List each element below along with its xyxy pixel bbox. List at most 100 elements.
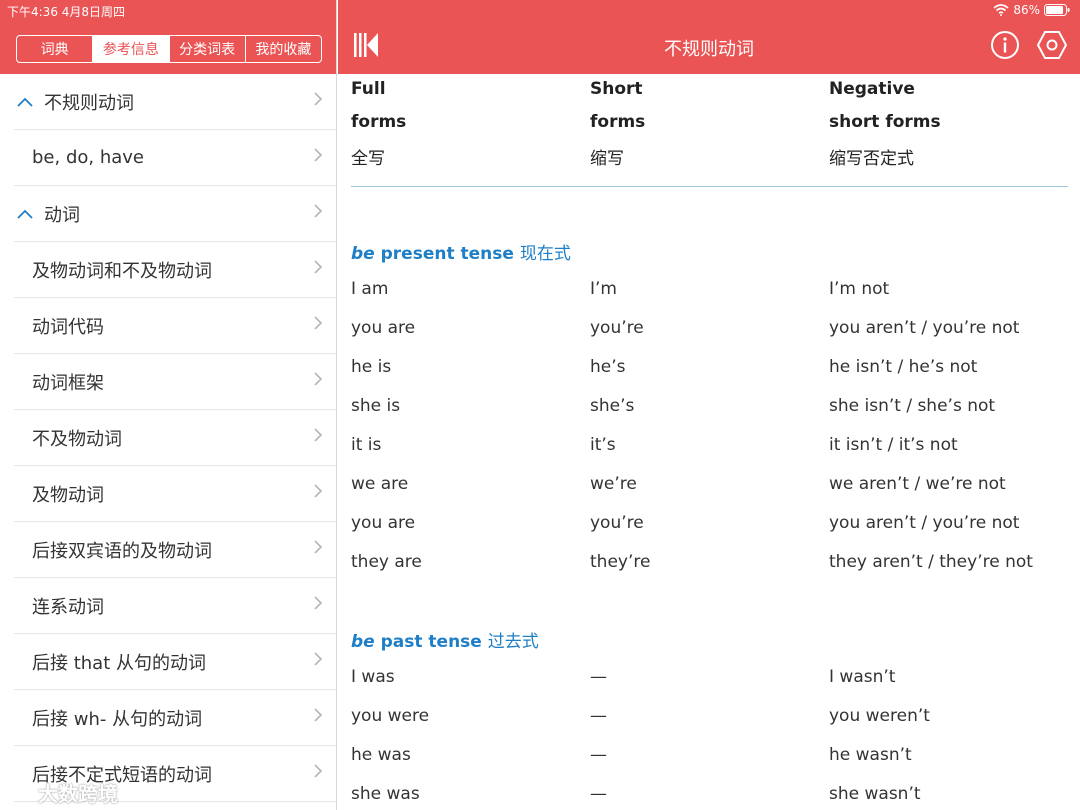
short-form: — xyxy=(590,706,607,726)
col1-header-line2: forms xyxy=(351,112,407,132)
chevron-up-icon xyxy=(16,208,38,220)
nav-item-that-clause-verbs[interactable]: 后接 that 从句的动词 xyxy=(14,634,336,690)
section-title-rest: present tense xyxy=(374,244,520,264)
nav-item-label: 及物动词和不及物动词 xyxy=(32,260,212,282)
section-title-present: be present tense 现在式 xyxy=(351,239,571,264)
table-row: it is it’s it isn’t / it’s not xyxy=(351,435,1068,463)
nav-item-label: 及物动词 xyxy=(32,484,104,506)
table-row: she was — she wasn’t xyxy=(351,784,1068,810)
section-title-em: be xyxy=(351,632,375,652)
nav-item-label: 后接双宾语的及物动词 xyxy=(32,540,212,562)
chevron-right-icon xyxy=(313,147,323,167)
info-button[interactable] xyxy=(990,30,1020,64)
full-form: you are xyxy=(351,513,416,533)
section-title-past: be past tense 过去式 xyxy=(351,627,539,652)
short-form: it’s xyxy=(590,435,616,455)
tab-dictionary[interactable]: 词典 xyxy=(17,36,92,62)
negative-form: you weren’t xyxy=(829,706,930,726)
table-row: you are you’re you aren’t / you’re not xyxy=(351,513,1068,541)
table-row: she is she’s she isn’t / she’s not xyxy=(351,396,1068,424)
short-form: you’re xyxy=(590,318,644,338)
full-form: he is xyxy=(351,357,392,377)
chevron-right-icon xyxy=(313,259,323,279)
negative-form: we aren’t / we’re not xyxy=(829,474,1006,494)
nav-item-linking-verbs[interactable]: 连系动词 xyxy=(14,578,336,634)
full-form: we are xyxy=(351,474,409,494)
watermark-logo-icon xyxy=(8,784,32,800)
col3-header-line1: Negative xyxy=(829,79,915,99)
chevron-up-icon xyxy=(16,96,38,108)
full-form: I am xyxy=(351,279,389,299)
full-form: I was xyxy=(351,667,395,687)
settings-hexagon-icon xyxy=(1036,31,1068,59)
tab-favorites[interactable]: 我的收藏 xyxy=(244,36,321,62)
nav-item-be-do-have[interactable]: be, do, have xyxy=(14,130,336,186)
nav-item-wh-clause-verbs[interactable]: 后接 wh- 从句的动词 xyxy=(14,690,336,746)
chevron-right-icon xyxy=(313,595,323,615)
negative-form: I wasn’t xyxy=(829,667,896,687)
tab-reference[interactable]: 参考信息 xyxy=(92,36,169,62)
full-form: she is xyxy=(351,396,401,416)
nav-item-transitive-verbs[interactable]: 及物动词 xyxy=(14,466,336,522)
chevron-right-icon xyxy=(313,483,323,503)
negative-form: she wasn’t xyxy=(829,784,921,804)
content-header: 86% 不规则动词 xyxy=(338,0,1080,74)
nav-item-label: be, do, have xyxy=(32,147,144,168)
nav-item-label: 动词 xyxy=(44,204,80,226)
chevron-right-icon xyxy=(313,651,323,671)
section-title-zh: 过去式 xyxy=(487,632,539,652)
short-form: you’re xyxy=(590,513,644,533)
page-title: 不规则动词 xyxy=(664,39,754,60)
status-time-date: 下午4:36 4月8日周四 xyxy=(7,5,126,19)
short-form: they’re xyxy=(590,552,651,572)
short-form: we’re xyxy=(590,474,637,494)
short-form: — xyxy=(590,745,607,765)
settings-button[interactable] xyxy=(1036,30,1068,64)
nav-item-ditransitive-verbs[interactable]: 后接双宾语的及物动词 xyxy=(14,522,336,578)
nav-item-irregular-verbs[interactable]: 不规则动词 xyxy=(14,74,336,130)
nav-item-verbs[interactable]: 动词 xyxy=(14,186,336,242)
col3-header-line2: short forms xyxy=(829,112,941,132)
short-form: — xyxy=(590,784,607,804)
watermark-text: 大数跨境 xyxy=(38,782,118,806)
chevron-right-icon xyxy=(313,707,323,727)
nav-item-label: 后接 wh- 从句的动词 xyxy=(32,708,203,730)
tab-word-lists[interactable]: 分类词表 xyxy=(168,36,245,62)
negative-form: I’m not xyxy=(829,279,890,299)
table-row: I was — I wasn’t xyxy=(351,667,1068,695)
status-indicators: 86% xyxy=(993,3,1070,17)
chevron-right-icon xyxy=(313,427,323,447)
full-form: she was xyxy=(351,784,420,804)
chevron-right-icon xyxy=(313,539,323,559)
negative-form: you aren’t / you’re not xyxy=(829,513,1020,533)
segmented-control: 词典 参考信息 分类词表 我的收藏 xyxy=(16,35,322,63)
battery-icon xyxy=(1044,4,1070,16)
wifi-icon xyxy=(993,4,1009,16)
reference-nav-list: 不规则动词 be, do, have 动词 及物动词和不及物动词 动词代码 动词… xyxy=(0,74,336,802)
section-title-zh: 现在式 xyxy=(519,244,571,264)
negative-form: he wasn’t xyxy=(829,745,912,765)
nav-item-verb-codes[interactable]: 动词代码 xyxy=(14,298,336,354)
table-row: we are we’re we aren’t / we’re not xyxy=(351,474,1068,502)
main-content: 86% 不规则动词 Full forms 全写 Short forms 缩写 N… xyxy=(338,0,1080,810)
col2-header-zh: 缩写 xyxy=(590,149,624,169)
col3-header-zh: 缩写否定式 xyxy=(829,149,914,169)
section-title-rest: past tense xyxy=(374,632,488,652)
nav-item-transitive-intransitive[interactable]: 及物动词和不及物动词 xyxy=(14,242,336,298)
negative-form: he isn’t / he’s not xyxy=(829,357,978,377)
negative-form: she isn’t / she’s not xyxy=(829,396,996,416)
nav-item-label: 动词框架 xyxy=(32,372,104,394)
chevron-right-icon xyxy=(313,763,323,783)
table-row: he is he’s he isn’t / he’s not xyxy=(351,357,1068,385)
sidebar-header: 下午4:36 4月8日周四 词典 参考信息 分类词表 我的收藏 xyxy=(0,0,336,74)
col1-header-zh: 全写 xyxy=(351,149,385,169)
col1-header-line1: Full xyxy=(351,79,386,99)
negative-form: it isn’t / it’s not xyxy=(829,435,958,455)
nav-item-label: 后接 that 从句的动词 xyxy=(32,652,206,674)
info-icon xyxy=(991,31,1019,59)
nav-item-intransitive-verbs[interactable]: 不及物动词 xyxy=(14,410,336,466)
nav-item-verb-frames[interactable]: 动词框架 xyxy=(14,354,336,410)
col2-header-line2: forms xyxy=(590,112,646,132)
table-row: he was — he wasn’t xyxy=(351,745,1068,773)
watermark: 大数跨境 xyxy=(6,778,118,807)
